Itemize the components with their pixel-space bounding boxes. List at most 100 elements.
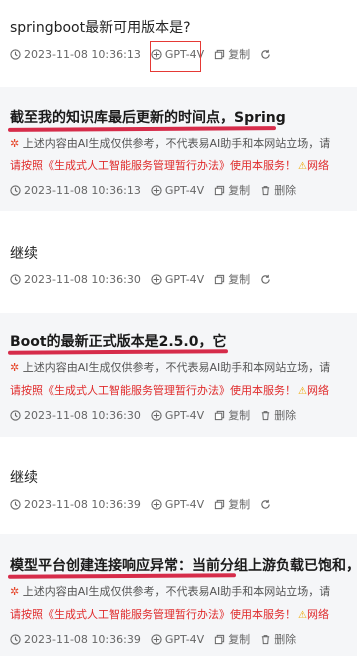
delete-button[interactable]: 删除 (260, 631, 296, 647)
disclaimer: ✲ 上述内容由AI生成仅供参考，不代表易AI助手和本网站立场，请 (10, 359, 330, 375)
regenerate-button[interactable] (260, 274, 274, 285)
copy-icon (215, 499, 225, 509)
disclaimer-text: 上述内容由AI生成仅供参考，不代表易AI助手和本网站立场，请 (22, 585, 331, 598)
model-icon (151, 633, 162, 645)
ai-message: 截至我的知识库最后更新的时间点，Spring ✲ 上述内容由AI生成仅供参考，不… (0, 87, 357, 211)
message-meta: 2023-11-08 10:36:13 GPT-4V 复制 (10, 46, 284, 62)
trash-icon (262, 410, 270, 420)
timestamp: 2023-11-08 10:36:30 (10, 273, 141, 286)
timestamp-text: 2023-11-08 10:36:13 (24, 47, 141, 61)
trash-icon (262, 185, 270, 195)
refresh-icon (261, 274, 270, 284)
disclaimer: ✲ 上述内容由AI生成仅供参考，不代表易AI助手和本网站立场，请 (10, 583, 330, 599)
notice-tail: 网络 (306, 384, 329, 397)
message-text: 模型平台创建连接响应异常：当前分组上游负载已饱和， (10, 558, 357, 574)
alert-icon: ⚠ (298, 610, 307, 621)
delete-button[interactable]: 删除 (260, 182, 296, 198)
delete-label: 删除 (274, 409, 297, 422)
copy-icon (215, 274, 225, 284)
timestamp: 2023-11-08 10:36:30 (10, 409, 141, 422)
model-name: GPT-4V (164, 183, 205, 197)
notice-text: 请按照《生成式人工智能服务管理暂行办法》使用本服务！ (10, 159, 296, 172)
timestamp: 2023-11-08 10:36:39 (10, 498, 141, 511)
usage-notice: 请按照《生成式人工智能服务管理暂行办法》使用本服务！ ⚠网络 (10, 606, 329, 622)
notice-text: 请按照《生成式人工智能服务管理暂行办法》使用本服务！ (10, 384, 296, 397)
regenerate-button[interactable] (260, 499, 274, 510)
copy-label: 复制 (228, 498, 251, 511)
user-message: 继续 2023-11-08 10:36:30 GPT-4V 复制 (0, 211, 357, 313)
copy-button[interactable]: 复制 (214, 182, 250, 198)
clock-icon (10, 48, 21, 60)
timestamp-text: 2023-11-08 10:36:39 (24, 632, 141, 646)
model-tag: GPT-4V (151, 409, 204, 422)
copy-icon (215, 49, 225, 59)
copy-label: 复制 (228, 273, 251, 286)
ai-message: Boot的最新正式版本是2.5.0，它 ✲ 上述内容由AI生成仅供参考，不代表易… (0, 313, 357, 437)
usage-notice: 请按照《生成式人工智能服务管理暂行办法》使用本服务！ ⚠网络 (10, 382, 329, 398)
copy-label: 复制 (228, 48, 251, 61)
model-tag: GPT-4V (151, 184, 204, 197)
warning-icon: ✲ (10, 137, 20, 150)
user-message: 继续 2023-11-08 10:36:39 GPT-4V 复制 (0, 437, 357, 534)
model-icon (151, 498, 162, 510)
timestamp: 2023-11-08 10:36:13 (10, 184, 141, 197)
annotation-underline (7, 349, 229, 355)
usage-notice: 请按照《生成式人工智能服务管理暂行办法》使用本服务！ ⚠网络 (10, 157, 329, 173)
disclaimer: ✲ 上述内容由AI生成仅供参考，不代表易AI助手和本网站立场，请 (10, 135, 330, 151)
notice-tail: 网络 (306, 608, 329, 621)
copy-label: 复制 (228, 633, 251, 646)
clock-icon (10, 184, 21, 196)
model-tag: GPT-4V (151, 633, 204, 646)
clock-icon (10, 273, 21, 285)
timestamp-text: 2023-11-08 10:36:13 (24, 183, 141, 197)
warning-icon: ✲ (10, 361, 20, 374)
alert-icon: ⚠ (298, 161, 307, 172)
timestamp: 2023-11-08 10:36:39 (10, 633, 141, 646)
message-meta: 2023-11-08 10:36:39 GPT-4V 复制 (10, 496, 284, 512)
copy-icon (215, 410, 225, 420)
trash-icon (262, 634, 270, 644)
delete-label: 删除 (274, 184, 297, 197)
copy-icon (215, 634, 225, 644)
model-tag: GPT-4V (151, 498, 204, 511)
delete-button[interactable]: 删除 (260, 407, 296, 423)
clock-icon (10, 498, 21, 510)
clock-icon (10, 633, 21, 645)
message-meta: 2023-11-08 10:36:30 GPT-4V 复制 删除 (10, 407, 306, 423)
timestamp-text: 2023-11-08 10:36:30 (24, 272, 141, 286)
model-name: GPT-4V (164, 272, 205, 286)
model-tag: GPT-4V (151, 273, 204, 286)
model-icon (151, 273, 162, 285)
message-text: springboot最新可用版本是? (10, 20, 191, 36)
highlight-box (150, 41, 201, 72)
timestamp-text: 2023-11-08 10:36:30 (24, 408, 141, 422)
warning-icon: ✲ (10, 585, 20, 598)
message-meta: 2023-11-08 10:36:39 GPT-4V 复制 删除 (10, 631, 306, 647)
copy-button[interactable]: 复制 (214, 496, 250, 512)
regenerate-button[interactable] (260, 49, 274, 60)
clock-icon (10, 409, 21, 421)
copy-button[interactable]: 复制 (214, 407, 250, 423)
model-name: GPT-4V (164, 408, 205, 422)
model-name: GPT-4V (164, 497, 205, 511)
message-text: Boot的最新正式版本是2.5.0，它 (10, 334, 227, 350)
message-meta: 2023-11-08 10:36:13 GPT-4V 复制 删除 (10, 182, 306, 198)
copy-label: 复制 (228, 409, 251, 422)
delete-label: 删除 (274, 633, 297, 646)
model-icon (151, 409, 162, 421)
refresh-icon (261, 49, 270, 59)
refresh-icon (261, 499, 270, 509)
alert-icon: ⚠ (298, 386, 307, 397)
notice-text: 请按照《生成式人工智能服务管理暂行办法》使用本服务！ (10, 608, 296, 621)
copy-button[interactable]: 复制 (214, 46, 250, 62)
notice-tail: 网络 (306, 159, 329, 172)
message-meta: 2023-11-08 10:36:30 GPT-4V 复制 (10, 271, 284, 287)
disclaimer-text: 上述内容由AI生成仅供参考，不代表易AI助手和本网站立场，请 (22, 361, 331, 374)
copy-button[interactable]: 复制 (214, 631, 250, 647)
copy-label: 复制 (228, 184, 251, 197)
annotation-underline (7, 573, 237, 579)
copy-icon (215, 185, 225, 195)
message-text: 继续 (10, 246, 38, 262)
message-text: 截至我的知识库最后更新的时间点，Spring (10, 110, 286, 126)
copy-button[interactable]: 复制 (214, 271, 250, 287)
